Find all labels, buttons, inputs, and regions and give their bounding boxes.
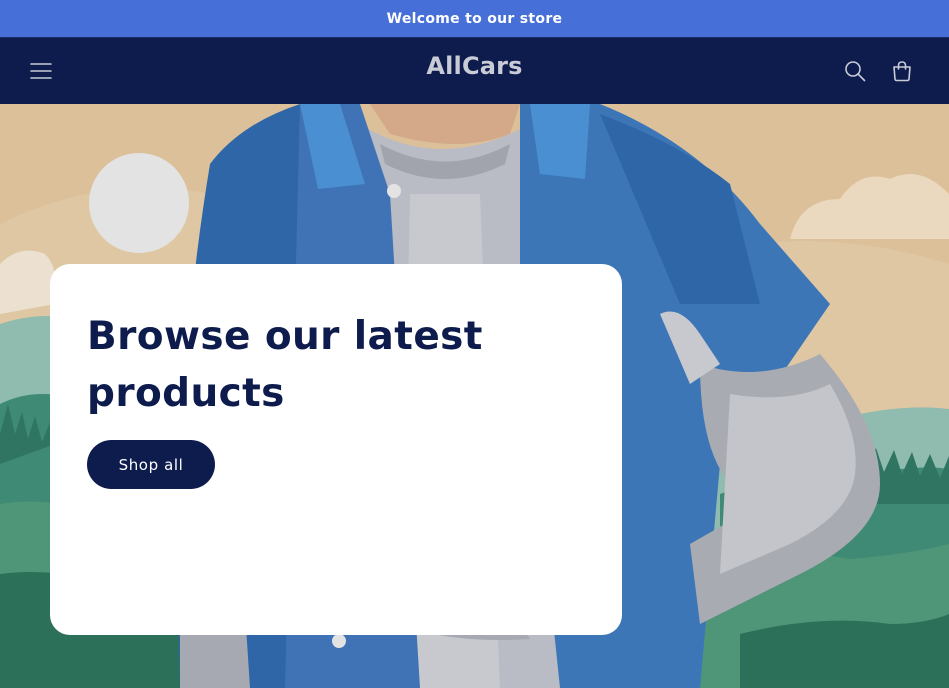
search-icon bbox=[845, 61, 866, 82]
announcement-text: Welcome to our store bbox=[386, 10, 563, 27]
announcement-bar: Welcome to our store bbox=[0, 0, 949, 37]
cart-icon bbox=[893, 61, 911, 82]
hero-text-card: Browse our latest products Shop all bbox=[50, 264, 622, 531]
site-header: AllCars bbox=[0, 37, 949, 104]
site-logo: AllCars bbox=[0, 52, 949, 80]
shop-all-button[interactable]: Shop all bbox=[87, 440, 215, 489]
search-button[interactable] bbox=[838, 54, 872, 88]
cart-button[interactable] bbox=[885, 54, 919, 88]
hero-heading: Browse our latest products bbox=[87, 314, 483, 416]
sun-shape bbox=[89, 153, 189, 253]
logo-link[interactable]: AllCars bbox=[426, 52, 522, 80]
